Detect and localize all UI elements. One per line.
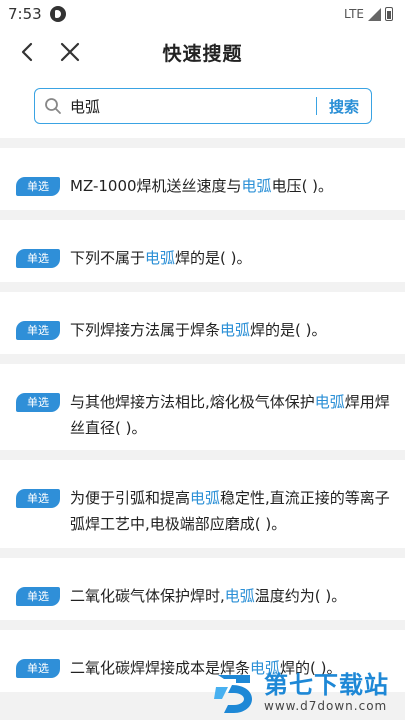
watermark-url: www.d7down.com <box>264 699 388 713</box>
question-text: 与其他焊接方法相比,熔化极气体保护电弧焊用焊丝直径( )。 <box>70 393 390 437</box>
question-text: 为便于引弧和提高电弧稳定性,直流正接的等离子弧焊工艺中,电极端部应磨成( )。 <box>70 489 390 533</box>
list-item[interactable]: 单选 与其他焊接方法相比,熔化极气体保护电弧焊用焊丝直径( )。 <box>0 364 405 450</box>
question-text: 下列不属于电弧焊的是( )。 <box>70 249 252 267</box>
question-type-badge: 单选 <box>16 659 60 678</box>
question-text: MZ-1000焊机送丝速度与电弧电压( )。 <box>70 177 334 195</box>
battery-icon <box>385 7 393 21</box>
question-type-badge: 单选 <box>16 587 60 606</box>
chevron-left-icon <box>21 42 33 62</box>
list-item[interactable]: 单选 二氧化碳气体保护焊时,电弧温度约为( )。 <box>0 558 405 620</box>
question-text: 下列焊接方法属于焊条电弧焊的是( )。 <box>70 321 327 339</box>
status-left: 7:53 <box>8 5 66 23</box>
list-item[interactable]: 单选 MZ-1000焊机送丝速度与电弧电压( )。 <box>0 148 405 210</box>
search-icon <box>44 96 64 116</box>
watermark-title: 第七下载站 <box>264 671 389 699</box>
watermark-texts: 第七下载站 www.d7down.com <box>264 671 389 713</box>
search-button[interactable]: 搜索 <box>317 91 371 121</box>
close-icon <box>60 42 80 62</box>
list-item[interactable]: 单选 下列焊接方法属于焊条电弧焊的是( )。 <box>0 292 405 354</box>
watermark: 第七下载站 www.d7down.com <box>210 664 405 720</box>
close-button[interactable] <box>56 38 84 66</box>
status-time: 7:53 <box>8 5 42 23</box>
watermark-logo-icon <box>214 675 252 713</box>
search-area: 搜索 <box>0 76 405 138</box>
question-type-badge: 单选 <box>16 489 60 508</box>
page-title: 快速搜题 <box>162 42 243 65</box>
search-box: 搜索 <box>34 88 372 124</box>
nav-bar: 快速搜题 <box>0 28 405 76</box>
question-type-badge: 单选 <box>16 249 60 268</box>
app-notification-icon <box>49 6 66 22</box>
list-item[interactable]: 单选 为便于引弧和提高电弧稳定性,直流正接的等离子弧焊工艺中,电极端部应磨成( … <box>0 460 405 548</box>
status-right: LTE <box>344 7 393 21</box>
back-button[interactable] <box>14 38 42 66</box>
network-type: LTE <box>344 7 364 21</box>
list-item[interactable]: 单选 下列不属于电弧焊的是( )。 <box>0 220 405 282</box>
question-type-badge: 单选 <box>16 177 60 196</box>
signal-icon <box>368 7 381 21</box>
status-bar: 7:53 LTE <box>0 0 405 28</box>
search-input[interactable] <box>64 91 316 121</box>
question-type-badge: 单选 <box>16 393 60 412</box>
question-type-badge: 单选 <box>16 321 60 340</box>
question-text: 二氧化碳气体保护焊时,电弧温度约为( )。 <box>70 587 347 605</box>
